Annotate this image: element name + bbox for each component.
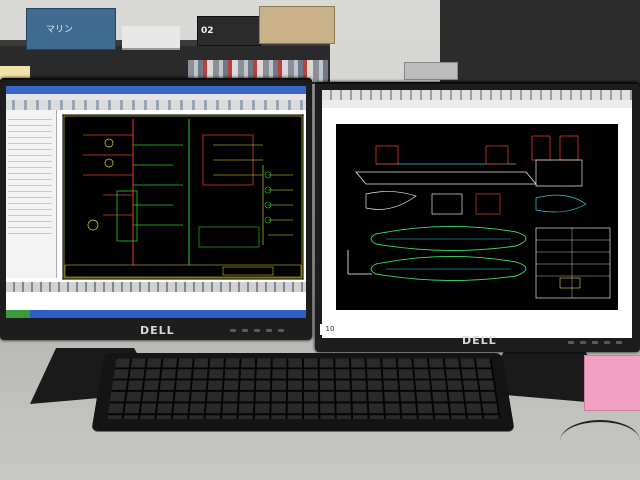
monitor-button[interactable] [592,341,598,344]
monitor-button[interactable] [230,329,236,332]
cardboard-box [259,6,335,44]
power-button[interactable] [278,329,284,332]
paper-stack [122,26,180,50]
monitor-button[interactable] [580,341,586,344]
monitor-button[interactable] [266,329,272,332]
ship-drawing [347,135,611,299]
monitor-button[interactable] [242,329,248,332]
electrical-schematic-canvas[interactable] [62,114,304,280]
asset-tag: 10 [320,324,340,335]
side-panel-list[interactable] [8,114,52,234]
monitor-button[interactable] [568,341,574,344]
photo-scene: マリン 02 DELL 10 DELL [0,0,640,480]
ship-plan-canvas[interactable] [336,124,618,310]
pink-box [584,355,640,411]
window-titlebar[interactable] [6,86,306,94]
monitor-button[interactable] [254,329,260,332]
compass-axis-icon [347,250,372,275]
toolbar-icons[interactable] [6,100,306,110]
power-button[interactable] [616,341,622,344]
right-monitor-logo: DELL [462,334,497,347]
taskbar[interactable] [6,310,306,318]
black-box-label: 02 [201,26,214,36]
right-screen[interactable] [322,90,632,338]
secondary-toolbar[interactable] [322,100,632,108]
start-button-icon[interactable] [6,310,30,318]
dark-wall-panel [440,0,640,90]
wall-outlet-plate [404,62,458,80]
toolbar-icons[interactable] [322,90,632,100]
keyboard-keys[interactable] [107,358,501,420]
cable [560,420,640,462]
monitor-button[interactable] [604,341,610,344]
schematic-drawing [63,115,303,279]
left-screen[interactable] [6,86,306,318]
blue-box-label: マリン [46,25,74,35]
left-monitor-logo: DELL [140,324,175,337]
bottom-toolbar[interactable] [6,282,306,292]
